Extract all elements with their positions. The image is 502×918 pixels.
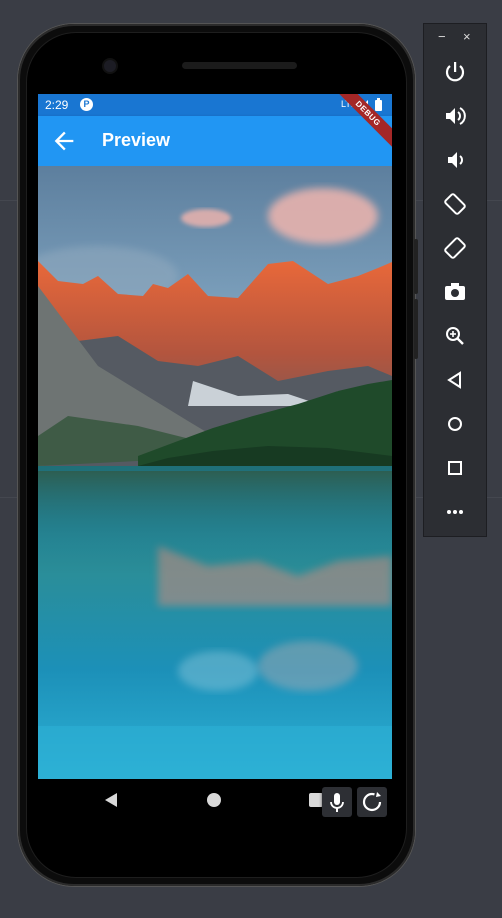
more-icon[interactable] <box>440 497 470 527</box>
rotate-button[interactable] <box>357 787 387 817</box>
close-button[interactable]: × <box>463 29 471 44</box>
home-icon[interactable] <box>440 409 470 439</box>
app-bar: Preview <box>38 116 392 166</box>
back-button[interactable] <box>50 127 78 155</box>
minimize-button[interactable]: − <box>438 29 446 44</box>
preview-image <box>38 166 392 779</box>
microphone-icon <box>330 793 344 812</box>
battery-icon <box>375 98 382 111</box>
window-controls: − × <box>424 29 486 47</box>
rotate-icon <box>362 792 382 812</box>
zoom-icon[interactable] <box>440 321 470 351</box>
rotate-left-icon[interactable] <box>440 189 470 219</box>
volume-up-icon[interactable] <box>440 101 470 131</box>
status-bar: 2:29 P LTE <box>38 94 392 116</box>
page-title: Preview <box>102 130 171 150</box>
front-camera <box>104 60 116 72</box>
status-time: 2:29 <box>45 98 69 112</box>
volume-down-icon[interactable] <box>440 145 470 175</box>
camera-icon[interactable] <box>440 277 470 307</box>
back-icon[interactable] <box>440 365 470 395</box>
home-circle-icon[interactable] <box>207 793 221 807</box>
power-icon[interactable] <box>440 57 470 87</box>
earpiece-speaker <box>182 62 297 69</box>
emulator-toolbar: − × <box>423 23 487 537</box>
recent-square-icon[interactable] <box>309 793 323 807</box>
device-screen: 2:29 P LTE Preview DEBUG <box>38 94 392 779</box>
app-notification-icon: P <box>80 98 93 111</box>
phone-side-button <box>414 299 418 359</box>
overview-icon[interactable] <box>440 453 470 483</box>
phone-side-button <box>414 239 418 294</box>
rotate-right-icon[interactable] <box>440 233 470 263</box>
microphone-button[interactable] <box>322 787 352 817</box>
arrow-back-icon <box>54 131 74 151</box>
back-triangle-icon[interactable] <box>103 792 119 808</box>
